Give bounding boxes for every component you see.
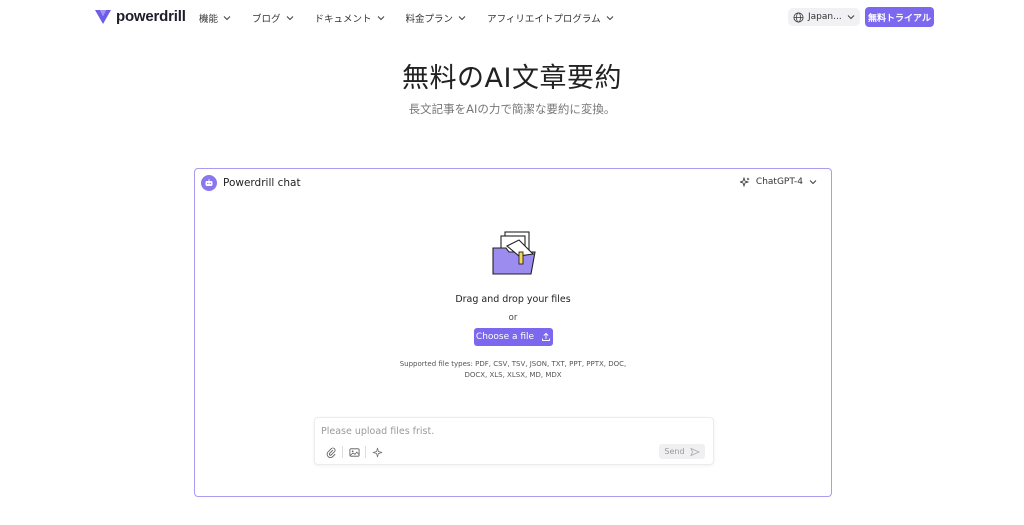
chevron-down-icon (809, 180, 817, 185)
nav-item-label: ブログ (252, 14, 281, 25)
choose-file-button[interactable]: Choose a file (474, 328, 553, 346)
brand-logo[interactable]: powerdrill (94, 8, 186, 25)
free-trial-button[interactable]: 無料トライアル (865, 7, 934, 27)
drag-drop-text: Drag and drop your files (455, 294, 571, 305)
main-nav: 機能 ブログ ドキュメント 料金プラン アフィリエイトプログラム (199, 11, 635, 25)
chevron-down-icon (377, 16, 384, 21)
supported-file-types: Supported file types: PDF, CSV, TSV, JSO… (195, 359, 831, 380)
chevron-down-icon (847, 15, 855, 20)
supported-line-1: Supported file types: PDF, CSV, TSV, JSO… (399, 360, 627, 368)
upload-icon (542, 332, 551, 341)
chevron-down-icon (286, 16, 293, 21)
or-text: or (508, 313, 518, 323)
page-title: 無料のAI文章要約 (402, 63, 622, 94)
language-selector[interactable]: Japan... (788, 8, 860, 26)
top-nav-bar: powerdrill 機能 ブログ ドキュメント 料金プラン アフィリエイトプロ… (0, 0, 1024, 34)
powerdrill-logo-icon (95, 9, 111, 24)
chat-header: Powerdrill chat (201, 175, 301, 191)
toolbar-divider (342, 446, 343, 458)
brand-name: powerdrill (116, 8, 186, 25)
chevron-down-icon (458, 16, 466, 21)
nav-item-label: アフィリエイトプログラム (487, 14, 601, 25)
send-icon (689, 447, 700, 456)
send-button[interactable]: Send (659, 444, 705, 459)
chevron-down-icon (606, 16, 613, 21)
nav-item-label: ドキュメント (314, 14, 372, 25)
nav-item-label: 機能 (199, 14, 219, 25)
toolbar-divider (365, 446, 366, 458)
nav-item-features[interactable]: 機能 (199, 11, 231, 25)
chat-title: Powerdrill chat (223, 177, 301, 189)
globe-icon (793, 12, 804, 22)
nav-item-label: 料金プラン (405, 14, 454, 25)
send-label: Send (664, 447, 685, 456)
paperclip-icon[interactable] (325, 446, 337, 458)
choose-file-label: Choose a file (475, 332, 535, 342)
chat-input-box: Send (314, 417, 714, 465)
language-label: Japan... (808, 12, 842, 22)
sparkle-tool-icon[interactable] (371, 446, 383, 458)
input-toolbar (325, 446, 383, 458)
image-icon[interactable] (348, 446, 360, 458)
page-subtitle: 長文記事をAIの力で簡潔な要約に変換。 (408, 102, 616, 116)
sparkle-icon (739, 177, 750, 187)
bot-icon (201, 175, 217, 191)
folder-icon (492, 231, 536, 275)
nav-item-affiliate[interactable]: アフィリエイトプログラム (487, 11, 614, 25)
chat-panel: Powerdrill chat ChatGPT-4 Drag and drop … (194, 168, 832, 497)
model-selector[interactable]: ChatGPT-4 (739, 177, 817, 187)
model-label: ChatGPT-4 (755, 177, 803, 187)
nav-item-blog[interactable]: ブログ (252, 11, 294, 25)
nav-item-pricing[interactable]: 料金プラン (406, 11, 467, 25)
chevron-down-icon (223, 16, 231, 21)
nav-item-docs[interactable]: ドキュメント (315, 11, 385, 25)
chat-input[interactable] (321, 424, 701, 438)
supported-line-2: DOCX, XLS, XLSX, MD, MDX (464, 370, 562, 379)
